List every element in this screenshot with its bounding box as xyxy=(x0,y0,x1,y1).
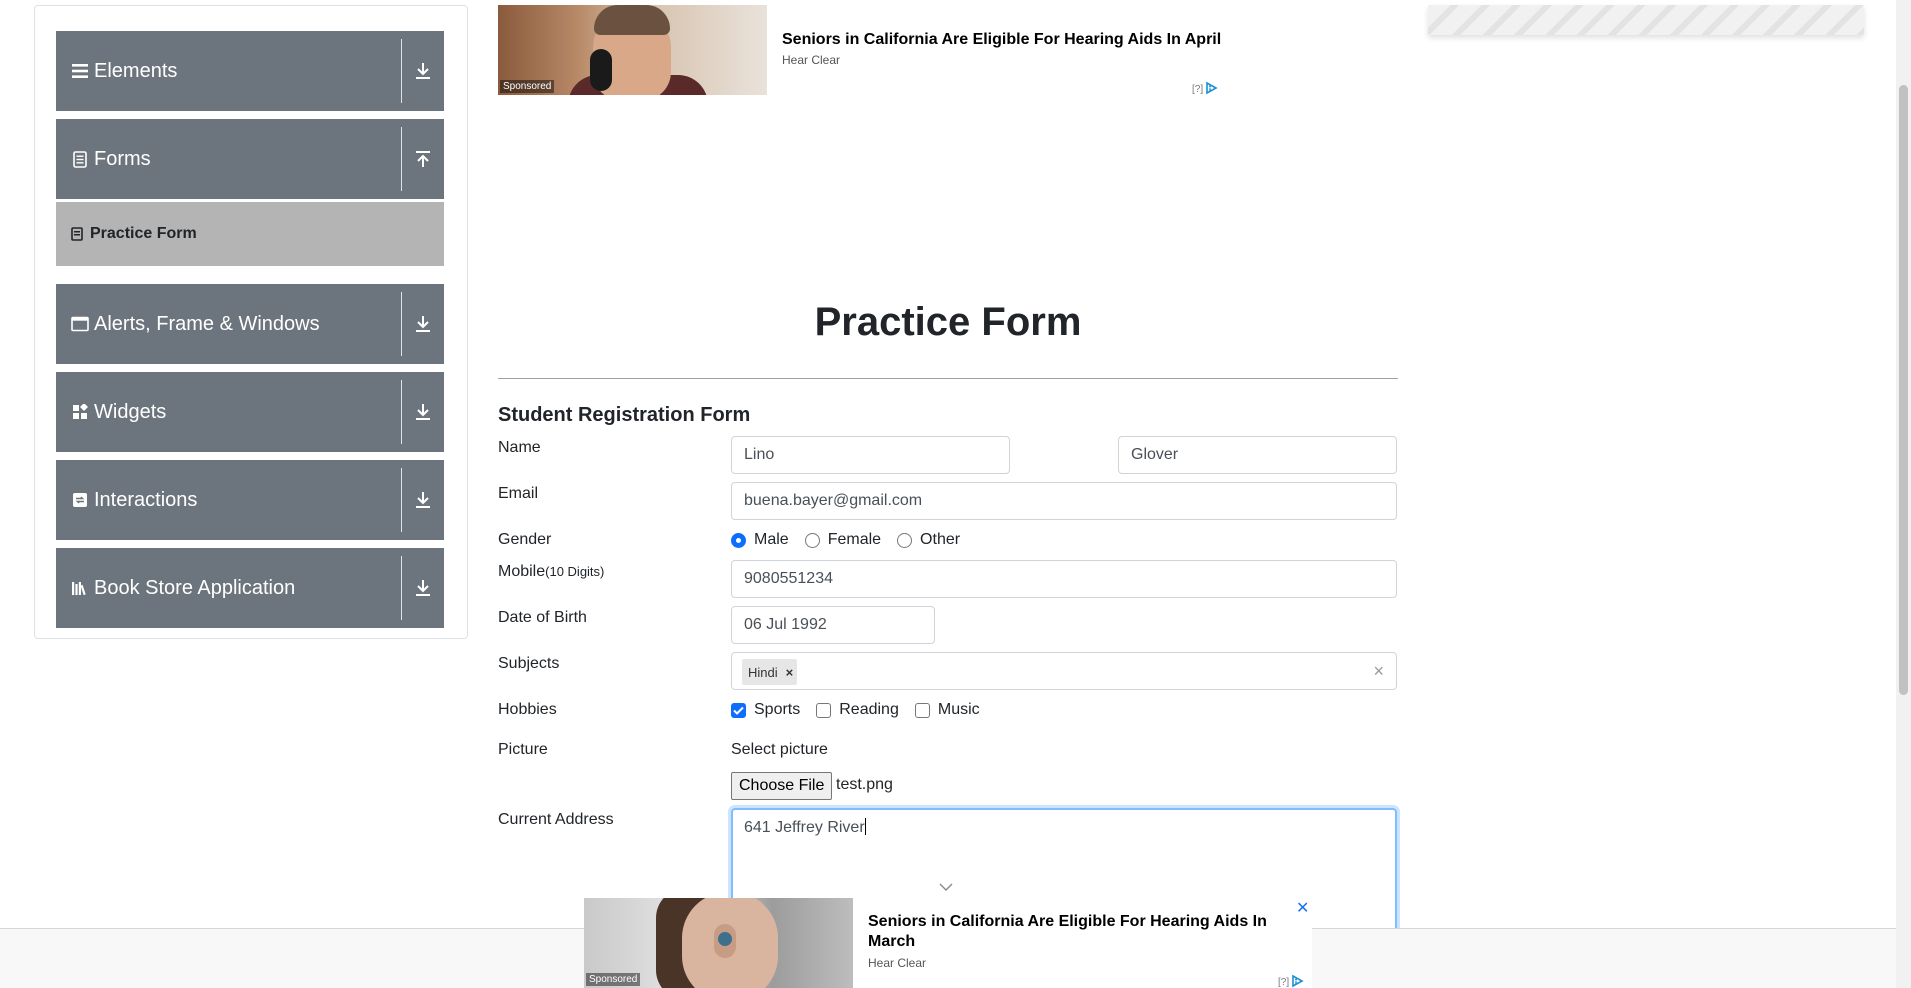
email-label: Email xyxy=(498,485,539,502)
sidebar-item-practice-form[interactable]: Practice Form xyxy=(56,202,444,266)
checkbox[interactable] xyxy=(731,702,746,718)
adchoices-link[interactable]: [?] xyxy=(1192,81,1219,98)
radio-label: Female xyxy=(827,531,882,548)
sidebar-group-book-store[interactable]: Book Store Application xyxy=(56,548,444,628)
window-icon xyxy=(70,314,90,334)
interactions-icon xyxy=(70,490,90,510)
current-address-label: Current Address xyxy=(498,811,614,828)
widgets-icon xyxy=(70,402,90,422)
mobile-label: Mobile(10 Digits) xyxy=(498,563,604,581)
adchoices-icon xyxy=(1291,974,1305,988)
gender-radio-group: Male Female Other xyxy=(731,531,976,549)
hamburger-icon xyxy=(70,61,90,81)
ad-title[interactable]: Seniors in California Are Eligible For H… xyxy=(868,912,1278,952)
subject-chip-label: Hindi xyxy=(748,664,778,680)
select-picture-label: Select picture xyxy=(731,741,828,758)
sidebar-group-elements[interactable]: Elements xyxy=(56,31,444,111)
name-label: Name xyxy=(498,439,541,456)
ad-source: Hear Clear xyxy=(782,53,841,67)
subject-chip: Hindi × xyxy=(742,659,798,685)
close-icon[interactable]: ✕ xyxy=(1296,898,1309,918)
download-arrow-icon[interactable] xyxy=(402,372,444,452)
checkbox-label: Reading xyxy=(839,701,899,718)
sponsored-label: Sponsored xyxy=(586,973,641,986)
ad-help-label: [?] xyxy=(1278,977,1290,988)
sidebar-group-label: Interactions xyxy=(94,488,198,511)
sidebar-group-label: Forms xyxy=(94,147,151,170)
hobby-reading-checkbox[interactable]: Reading xyxy=(816,701,899,719)
subjects-label: Subjects xyxy=(498,655,560,672)
ad-placeholder-strip xyxy=(1428,5,1864,35)
current-address-value: 641 Jeffrey River xyxy=(744,819,865,836)
adchoices-link[interactable]: [?] xyxy=(1278,974,1305,988)
checkbox-label: Sports xyxy=(754,701,801,718)
ad-title[interactable]: Seniors in California Are Eligible For H… xyxy=(782,31,1221,49)
sponsored-label: Sponsored xyxy=(500,80,555,93)
checkbox[interactable] xyxy=(816,702,832,718)
gender-female-radio[interactable]: Female xyxy=(804,531,882,549)
page-title: Practice Form xyxy=(814,300,1082,344)
selected-file-name: test.png xyxy=(836,776,893,793)
radio-button[interactable] xyxy=(897,532,913,548)
checkbox[interactable] xyxy=(914,702,930,718)
ad-source: Hear Clear xyxy=(868,956,927,970)
download-arrow-icon[interactable] xyxy=(402,548,444,628)
document-icon xyxy=(70,149,90,169)
dob-label: Date of Birth xyxy=(498,609,587,626)
mobile-hint: (10 Digits) xyxy=(545,564,605,579)
ad-image[interactable]: Sponsored xyxy=(584,898,853,988)
top-ad-banner[interactable]: Sponsored Seniors in California Are Elig… xyxy=(498,5,1228,95)
ad-help-label: [?] xyxy=(1192,84,1204,95)
adchoices-icon xyxy=(1205,81,1219,98)
hobbies-checkbox-group: Sports Reading Music xyxy=(731,701,996,719)
hobbies-label: Hobbies xyxy=(498,701,557,718)
sidebar-group-label: Book Store Application xyxy=(94,576,296,599)
date-of-birth-input[interactable]: 06 Jul 1992 xyxy=(731,606,935,644)
download-arrow-icon[interactable] xyxy=(402,460,444,540)
sidebar-group-widgets[interactable]: Widgets xyxy=(56,372,444,452)
sidebar-group-label: Widgets xyxy=(94,400,167,423)
sidebar-item-label: Practice Form xyxy=(90,225,197,242)
first-name-input[interactable]: Lino xyxy=(731,436,1010,474)
gender-other-radio[interactable]: Other xyxy=(897,531,960,549)
gender-label: Gender xyxy=(498,531,552,548)
hobby-music-checkbox[interactable]: Music xyxy=(914,701,980,719)
clear-subjects-icon[interactable]: × xyxy=(1373,661,1384,682)
scrollbar-thumb[interactable] xyxy=(1899,85,1908,695)
radio-button[interactable] xyxy=(731,532,746,548)
mobile-input[interactable]: 9080551234 xyxy=(731,560,1397,598)
title-divider xyxy=(498,378,1398,379)
mobile-label-text: Mobile xyxy=(498,563,546,580)
chevron-down-icon[interactable] xyxy=(939,878,953,896)
books-icon xyxy=(70,578,90,598)
email-input[interactable]: buena.bayer@gmail.com xyxy=(731,482,1397,520)
subjects-input[interactable]: Hindi × × xyxy=(731,652,1397,690)
sidebar-group-label: Elements xyxy=(94,59,178,82)
radio-button[interactable] xyxy=(804,532,820,548)
upload-arrow-icon[interactable] xyxy=(402,119,444,199)
gender-male-radio[interactable]: Male xyxy=(731,531,789,549)
ad-image[interactable]: Sponsored xyxy=(498,5,767,95)
hobby-sports-checkbox[interactable]: Sports xyxy=(731,701,800,719)
last-name-input[interactable]: Glover xyxy=(1118,436,1397,474)
radio-label: Other xyxy=(920,531,961,548)
sidebar: Elements Forms Practice Form Alerts, Fra… xyxy=(34,5,468,639)
form-title: Student Registration Form xyxy=(498,404,751,426)
radio-label: Male xyxy=(754,531,789,548)
checkbox-label: Music xyxy=(937,701,980,718)
sidebar-group-label: Alerts, Frame & Windows xyxy=(94,312,320,335)
remove-subject-icon[interactable]: × xyxy=(786,665,794,680)
sidebar-group-alerts[interactable]: Alerts, Frame & Windows xyxy=(56,284,444,364)
text-caret xyxy=(864,818,866,835)
picture-label: Picture xyxy=(498,741,548,758)
sidebar-group-interactions[interactable]: Interactions xyxy=(56,460,444,540)
download-arrow-icon[interactable] xyxy=(402,31,444,111)
download-arrow-icon[interactable] xyxy=(402,284,444,364)
page-scrollbar[interactable] xyxy=(1896,0,1911,988)
form-icon xyxy=(70,227,84,241)
sidebar-group-forms[interactable]: Forms xyxy=(56,119,444,199)
bottom-ad-banner[interactable]: Sponsored Seniors in California Are Elig… xyxy=(584,898,1312,988)
choose-file-button[interactable]: Choose File xyxy=(731,772,833,800)
